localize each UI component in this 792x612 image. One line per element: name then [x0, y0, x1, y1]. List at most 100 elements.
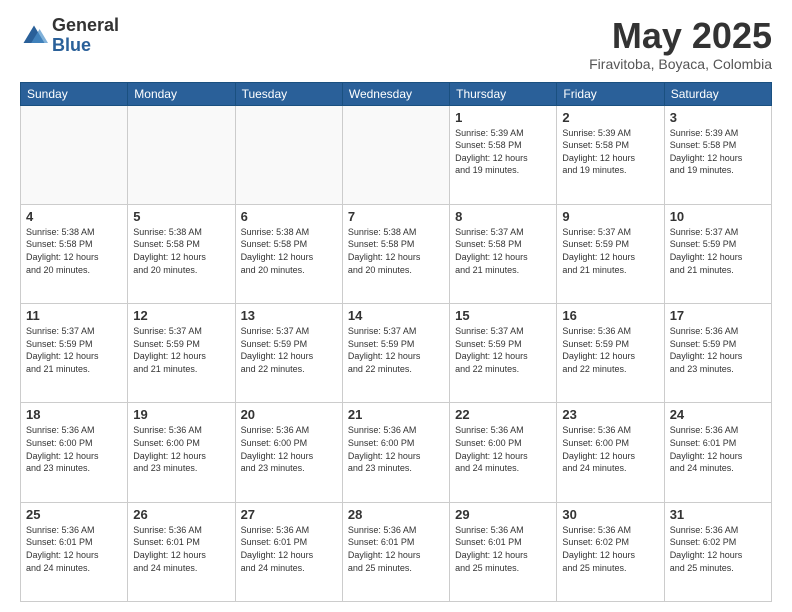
header: General Blue May 2025 Firavitoba, Boyaca… [20, 16, 772, 72]
day-number: 26 [133, 507, 229, 522]
day-number: 28 [348, 507, 444, 522]
title-block: May 2025 Firavitoba, Boyaca, Colombia [589, 16, 772, 72]
table-row: 17Sunrise: 5:36 AM Sunset: 5:59 PM Dayli… [664, 304, 771, 403]
day-number: 11 [26, 308, 122, 323]
location: Firavitoba, Boyaca, Colombia [589, 56, 772, 72]
day-info: Sunrise: 5:36 AM Sunset: 5:59 PM Dayligh… [670, 325, 766, 375]
page: General Blue May 2025 Firavitoba, Boyaca… [0, 0, 792, 612]
table-row: 15 Sunrise: 5:37 AM Sunset: 5:59 PM Dayli… [450, 304, 557, 403]
day-info: Sunrise: 5:36 AM Sunset: 6:00 PM Dayligh… [26, 424, 122, 474]
calendar-week-row: 18 Sunrise: 5:36 AM Sunset: 6:00 PM Dayli… [21, 403, 772, 502]
logo-general: General [52, 16, 119, 36]
day-info: Sunrise: 5:36 AM Sunset: 6:00 PM Dayligh… [348, 424, 444, 474]
day-info: Sunrise: 5:36 AM Sunset: 6:01 PM Dayligh… [241, 524, 337, 574]
col-thursday: Thursday [450, 82, 557, 105]
day-number: 18 [26, 407, 122, 422]
day-number: 4 [26, 209, 122, 224]
day-number: 20 [241, 407, 337, 422]
day-number: 19 [133, 407, 229, 422]
day-info: Sunrise: 5:38 AM Sunset: 5:58 PM Dayligh… [241, 226, 337, 276]
day-info: Sunrise: 5:36 AM Sunset: 6:01 PM Dayligh… [348, 524, 444, 574]
logo-blue: Blue [52, 36, 119, 56]
day-number: 21 [348, 407, 444, 422]
table-row: 10 Sunrise: 5:37 AM Sunset: 5:59 PM Dayli… [664, 204, 771, 303]
day-info: Sunrise: 5:38 AM Sunset: 5:58 PM Dayligh… [26, 226, 122, 276]
day-info: Sunrise: 5:37 AM Sunset: 5:59 PM Dayligh… [562, 226, 658, 276]
day-info: Sunrise: 5:37 AM Sunset: 5:59 PM Dayligh… [26, 325, 122, 375]
table-row: 22Sunrise: 5:36 AM Sunset: 6:00 PM Dayli… [450, 403, 557, 502]
day-info: Sunrise: 5:39 AM Sunset: 5:58 PM Dayligh… [670, 127, 766, 177]
day-number: 25 [26, 507, 122, 522]
table-row: 31Sunrise: 5:36 AM Sunset: 6:02 PM Dayli… [664, 502, 771, 601]
table-row [128, 105, 235, 204]
table-row: 28 Sunrise: 5:36 AM Sunset: 6:01 PM Dayli… [342, 502, 449, 601]
table-row: 9 Sunrise: 5:37 AM Sunset: 5:59 PM Daylig… [557, 204, 664, 303]
day-number: 1 [455, 110, 551, 125]
day-info: Sunrise: 5:36 AM Sunset: 6:01 PM Dayligh… [455, 524, 551, 574]
day-info: Sunrise: 5:36 AM Sunset: 6:01 PM Dayligh… [670, 424, 766, 474]
table-row [342, 105, 449, 204]
calendar-week-row: 25 Sunrise: 5:36 AM Sunset: 6:01 PM Dayli… [21, 502, 772, 601]
table-row: 2 Sunrise: 5:39 AM Sunset: 5:58 PM Daylig… [557, 105, 664, 204]
table-row [235, 105, 342, 204]
table-row: 12 Sunrise: 5:37 AM Sunset: 5:59 PM Dayli… [128, 304, 235, 403]
day-info: Sunrise: 5:36 AM Sunset: 6:01 PM Dayligh… [133, 524, 229, 574]
day-info: Sunrise: 5:36 AM Sunset: 6:00 PM Dayligh… [562, 424, 658, 474]
day-info: Sunrise: 5:36 AM Sunset: 6:00 PM Dayligh… [241, 424, 337, 474]
day-info: Sunrise: 5:39 AM Sunset: 5:58 PM Dayligh… [562, 127, 658, 177]
table-row: 1 Sunrise: 5:39 AM Sunset: 5:58 PM Daylig… [450, 105, 557, 204]
month-title: May 2025 [589, 16, 772, 56]
logo: General Blue [20, 16, 119, 56]
day-info: Sunrise: 5:37 AM Sunset: 5:59 PM Dayligh… [348, 325, 444, 375]
table-row: 11 Sunrise: 5:37 AM Sunset: 5:59 PM Dayli… [21, 304, 128, 403]
table-row: 13 Sunrise: 5:37 AM Sunset: 5:59 PM Dayli… [235, 304, 342, 403]
day-info: Sunrise: 5:38 AM Sunset: 5:58 PM Dayligh… [133, 226, 229, 276]
day-number: 30 [562, 507, 658, 522]
day-number: 7 [348, 209, 444, 224]
day-info: Sunrise: 5:37 AM Sunset: 5:59 PM Dayligh… [241, 325, 337, 375]
table-row: 30Sunrise: 5:36 AM Sunset: 6:02 PM Dayli… [557, 502, 664, 601]
day-number: 12 [133, 308, 229, 323]
logo-icon [20, 22, 48, 50]
day-number: 10 [670, 209, 766, 224]
day-number: 31 [670, 507, 766, 522]
table-row: 20 Sunrise: 5:36 AM Sunset: 6:00 PM Dayli… [235, 403, 342, 502]
table-row [21, 105, 128, 204]
day-number: 13 [241, 308, 337, 323]
day-number: 27 [241, 507, 337, 522]
day-info: Sunrise: 5:38 AM Sunset: 5:58 PM Dayligh… [348, 226, 444, 276]
day-number: 2 [562, 110, 658, 125]
day-info: Sunrise: 5:36 AM Sunset: 6:00 PM Dayligh… [133, 424, 229, 474]
day-number: 23 [562, 407, 658, 422]
day-number: 14 [348, 308, 444, 323]
table-row: 24 Sunrise: 5:36 AM Sunset: 6:01 PM Dayli… [664, 403, 771, 502]
day-info: Sunrise: 5:37 AM Sunset: 5:59 PM Dayligh… [133, 325, 229, 375]
table-row: 14 Sunrise: 5:37 AM Sunset: 5:59 PM Dayli… [342, 304, 449, 403]
table-row: 29Sunrise: 5:36 AM Sunset: 6:01 PM Dayli… [450, 502, 557, 601]
day-info: Sunrise: 5:37 AM Sunset: 5:58 PM Dayligh… [455, 226, 551, 276]
calendar: Sunday Monday Tuesday Wednesday Thursday… [20, 82, 772, 602]
day-info: Sunrise: 5:36 AM Sunset: 6:00 PM Dayligh… [455, 424, 551, 474]
day-info: Sunrise: 5:37 AM Sunset: 5:59 PM Dayligh… [455, 325, 551, 375]
table-row: 5Sunrise: 5:38 AM Sunset: 5:58 PM Daylig… [128, 204, 235, 303]
col-monday: Monday [128, 82, 235, 105]
table-row: 21 Sunrise: 5:36 AM Sunset: 6:00 PM Dayli… [342, 403, 449, 502]
calendar-header-row: Sunday Monday Tuesday Wednesday Thursday… [21, 82, 772, 105]
day-info: Sunrise: 5:36 AM Sunset: 5:59 PM Dayligh… [562, 325, 658, 375]
day-info: Sunrise: 5:39 AM Sunset: 5:58 PM Dayligh… [455, 127, 551, 177]
col-tuesday: Tuesday [235, 82, 342, 105]
table-row: 18 Sunrise: 5:36 AM Sunset: 6:00 PM Dayli… [21, 403, 128, 502]
day-number: 24 [670, 407, 766, 422]
table-row: 19 Sunrise: 5:36 AM Sunset: 6:00 PM Dayli… [128, 403, 235, 502]
table-row: 23 Sunrise: 5:36 AM Sunset: 6:00 PM Dayli… [557, 403, 664, 502]
table-row: 25Sunrise: 5:36 AM Sunset: 6:01 PM Dayli… [21, 502, 128, 601]
day-info: Sunrise: 5:37 AM Sunset: 5:59 PM Dayligh… [670, 226, 766, 276]
table-row: 26 Sunrise: 5:36 AM Sunset: 6:01 PM Dayli… [128, 502, 235, 601]
day-number: 3 [670, 110, 766, 125]
day-number: 15 [455, 308, 551, 323]
day-number: 9 [562, 209, 658, 224]
table-row: 4 Sunrise: 5:38 AM Sunset: 5:58 PM Daylig… [21, 204, 128, 303]
col-sunday: Sunday [21, 82, 128, 105]
table-row: 27 Sunrise: 5:36 AM Sunset: 6:01 PM Dayli… [235, 502, 342, 601]
day-number: 6 [241, 209, 337, 224]
